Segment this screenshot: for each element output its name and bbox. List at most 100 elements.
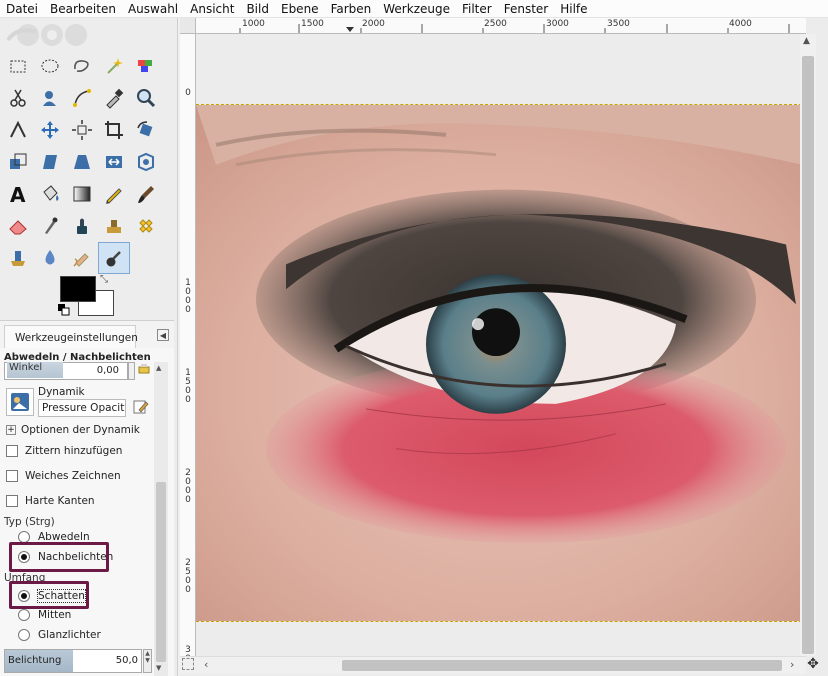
menu-datei[interactable]: Datei <box>6 2 38 16</box>
horizontal-ruler[interactable]: 1000 1500 2000 2500 3000 3500 4000 <box>196 18 806 34</box>
scissors-icon[interactable] <box>2 82 34 114</box>
exposure-spin-button[interactable]: ▲ ▼ <box>143 649 152 673</box>
bucket-fill-icon[interactable] <box>34 178 66 210</box>
blur-icon[interactable] <box>34 242 66 274</box>
tool-options-panel: Abwedeln / Nachbelichten Winkel 0,00 Dyn… <box>0 348 174 676</box>
ellipse-select-icon[interactable] <box>34 50 66 82</box>
foreground-select-icon[interactable] <box>34 82 66 114</box>
highlight-box-nachbelichten <box>9 542 109 572</box>
scale-icon[interactable] <box>2 146 34 178</box>
horizontal-scroll-thumb[interactable] <box>342 660 782 671</box>
ruler-label: 2500 <box>484 19 507 29</box>
jitter-check[interactable] <box>6 445 18 457</box>
tab-tool-options[interactable]: Werkzeugeinstellungen <box>4 325 138 349</box>
ruler-label-vertical: 3 0 <box>185 645 191 657</box>
radio-mitten[interactable]: Mitten <box>18 609 71 621</box>
menu-ebene[interactable]: Ebene <box>281 2 319 16</box>
ruler-label-vertical: 1 0 0 0 <box>185 278 191 315</box>
align-icon[interactable] <box>66 114 98 146</box>
clone-icon[interactable] <box>98 210 130 242</box>
fuzzy-select-icon[interactable] <box>98 50 130 82</box>
scroll-right-icon[interactable]: › <box>790 658 794 671</box>
menu-werkzeuge[interactable]: Werkzeuge <box>383 2 450 16</box>
vertical-scrollbar[interactable]: ▲ <box>800 34 816 656</box>
menu-ansicht[interactable]: Ansicht <box>190 2 234 16</box>
menu-hilfe[interactable]: Hilfe <box>560 2 587 16</box>
vertical-ruler[interactable]: 0 1 0 0 0 1 5 0 0 2 0 0 0 2 5 0 0 3 0 <box>180 34 196 656</box>
hard-edges-checkbox[interactable]: Harte Kanten <box>6 495 95 507</box>
menu-filter[interactable]: Filter <box>462 2 492 16</box>
default-colors-icon[interactable] <box>58 304 70 316</box>
exposure-slider[interactable]: Belichtung 50,0 <box>4 649 142 673</box>
paintbrush-icon[interactable] <box>130 178 162 210</box>
tool-options-scrollbar[interactable]: ▲ ▼ <box>154 362 168 676</box>
airbrush-icon[interactable] <box>34 210 66 242</box>
crop-icon[interactable] <box>98 114 130 146</box>
menu-farben[interactable]: Farben <box>331 2 372 16</box>
horizontal-scrollbar[interactable]: ‹ › <box>180 656 806 674</box>
rotate-icon[interactable] <box>130 114 162 146</box>
dynamics-field[interactable]: Pressure Opacity <box>38 399 126 417</box>
ruler-label-vertical: 2 5 0 0 <box>185 558 191 595</box>
vertical-scroll-thumb[interactable] <box>802 56 814 654</box>
color-select-icon[interactable] <box>130 50 162 82</box>
free-select-icon[interactable] <box>66 50 98 82</box>
perspective-icon[interactable] <box>66 146 98 178</box>
angle-slider[interactable]: Winkel 0,00 <box>4 362 128 380</box>
ink-icon[interactable] <box>66 210 98 242</box>
radio-mitten-dot[interactable] <box>18 609 30 621</box>
flip-icon[interactable] <box>98 146 130 178</box>
angle-spin-button[interactable] <box>128 362 135 380</box>
angle-value: 0,00 <box>96 365 119 376</box>
perspective-clone-icon[interactable] <box>2 242 34 274</box>
smooth-checkbox[interactable]: Weiches Zeichnen <box>6 470 121 482</box>
radio-glanzlichter-dot[interactable] <box>18 629 30 641</box>
scroll-left-icon[interactable]: ‹ <box>204 658 208 671</box>
menu-bearbeiten[interactable]: Bearbeiten <box>50 2 116 16</box>
dynamics-options-label: Optionen der Dynamik <box>21 424 140 436</box>
image-canvas[interactable] <box>196 34 806 656</box>
smooth-check[interactable] <box>6 470 18 482</box>
menu-bild[interactable]: Bild <box>246 2 269 16</box>
type-section-label: Typ (Strg) <box>4 516 55 528</box>
navigate-icon[interactable]: ✥ <box>804 656 822 674</box>
tool-options-scroll-thumb[interactable] <box>156 482 166 662</box>
eye-photo[interactable] <box>196 104 802 622</box>
rect-select-icon[interactable] <box>2 50 34 82</box>
smudge-icon[interactable] <box>66 242 98 274</box>
scroll-up-icon[interactable]: ▲ <box>803 36 810 46</box>
cage-icon[interactable] <box>130 146 162 178</box>
measure-icon[interactable] <box>2 114 34 146</box>
angle-label: Winkel <box>7 362 63 378</box>
scroll-up-icon[interactable]: ▲ <box>156 364 161 372</box>
dodge-burn-icon[interactable] <box>98 242 130 274</box>
foreground-color-swatch[interactable] <box>60 276 96 302</box>
blend-icon[interactable] <box>66 178 98 210</box>
ruler-label: 1500 <box>301 19 324 29</box>
quick-mask-icon[interactable] <box>182 658 194 670</box>
menu-auswahl[interactable]: Auswahl <box>128 2 178 16</box>
heal-icon[interactable] <box>130 210 162 242</box>
color-picker-icon[interactable] <box>98 82 130 114</box>
hard-edges-check[interactable] <box>6 495 18 507</box>
dynamics-icon[interactable] <box>6 388 34 416</box>
scroll-down-icon[interactable]: ▼ <box>156 664 161 672</box>
ruler-corner[interactable] <box>180 18 196 34</box>
edit-dynamics-icon[interactable] <box>133 399 149 415</box>
paths-icon[interactable] <box>66 82 98 114</box>
dock-menu-button[interactable]: ◀ <box>157 329 169 341</box>
reset-icon[interactable] <box>138 364 150 374</box>
menu-fenster[interactable]: Fenster <box>504 2 549 16</box>
expand-icon: + <box>6 425 16 435</box>
radio-glanzlichter[interactable]: Glanzlichter <box>18 629 101 641</box>
highlight-box-schatten <box>9 581 89 609</box>
eraser-icon[interactable] <box>2 210 34 242</box>
swap-colors-icon[interactable]: ⤡ <box>100 274 108 285</box>
shear-icon[interactable] <box>34 146 66 178</box>
jitter-checkbox[interactable]: Zittern hinzufügen <box>6 445 122 457</box>
move-icon[interactable] <box>34 114 66 146</box>
text-icon[interactable]: A <box>2 178 34 210</box>
dynamics-options-expander[interactable]: + Optionen der Dynamik <box>6 424 140 436</box>
pencil-icon[interactable] <box>98 178 130 210</box>
zoom-icon[interactable] <box>130 82 162 114</box>
